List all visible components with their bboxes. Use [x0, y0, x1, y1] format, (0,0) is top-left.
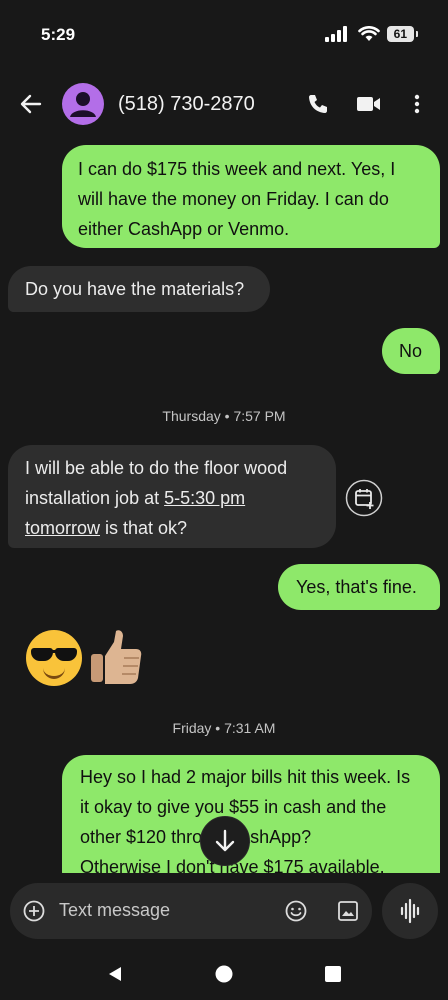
incoming-message[interactable]: I will be able to do the floor wood inst… — [8, 445, 336, 548]
more-vert-icon[interactable] — [410, 92, 424, 116]
voice-message-button[interactable] — [382, 883, 438, 939]
timestamp: Friday • 7:31 AM — [172, 720, 276, 736]
message-input[interactable]: Text message — [59, 900, 170, 921]
signal-icon — [324, 26, 347, 42]
outgoing-message[interactable]: I can do $175 this week and next. Yes, I… — [62, 145, 440, 248]
message-line: it okay to give you $55 in cash and the — [80, 797, 387, 817]
phone-icon[interactable] — [306, 92, 330, 116]
navigation-bar — [0, 948, 448, 1000]
calendar-add-icon[interactable] — [345, 479, 383, 517]
time-link[interactable]: 5-5:30 pm — [164, 488, 245, 508]
back-nav-icon[interactable] — [106, 965, 124, 983]
message-text: Yes, that's fine. — [296, 577, 417, 597]
thumbs-up-emoji — [91, 630, 142, 684]
compose-bar: Text message — [10, 883, 372, 939]
scroll-to-bottom-button[interactable] — [200, 816, 250, 866]
avatar[interactable] — [62, 83, 104, 125]
message-text: is that ok? — [100, 518, 188, 538]
status-icons: 61 — [324, 26, 419, 42]
outgoing-message[interactable]: Hey so I had 2 major bills hit this week… — [62, 755, 440, 873]
arrow-left-icon[interactable] — [18, 92, 44, 116]
home-nav-icon[interactable] — [215, 965, 233, 983]
message-line: other $120 thro CashApp? — [80, 827, 312, 847]
emoji-icon[interactable] — [284, 899, 308, 923]
date-link[interactable]: tomorrow — [25, 518, 100, 538]
video-camera-icon[interactable] — [356, 92, 382, 116]
add-circle-icon[interactable] — [22, 899, 46, 923]
image-icon[interactable] — [336, 899, 360, 923]
recents-nav-icon[interactable] — [324, 965, 342, 983]
message-text: Do you have the materials? — [25, 279, 245, 299]
contact-name[interactable]: (518) 730-2870 — [118, 93, 255, 116]
outgoing-message[interactable]: No — [382, 328, 440, 374]
timestamp: Thursday • 7:57 PM — [162, 408, 286, 424]
message-line: installation job at 5-5:30 pm — [25, 483, 336, 513]
message-text: No — [399, 341, 423, 361]
wifi-icon — [357, 26, 380, 41]
status-bar: 5:29 61 — [0, 0, 448, 62]
message-line: will have the money on Friday. I can do — [78, 189, 389, 209]
message-line: either CashApp or Venmo. — [78, 219, 290, 239]
sunglasses-emoji — [26, 630, 82, 686]
arrow-down-icon — [215, 829, 235, 852]
voice-waveform-icon — [400, 898, 420, 924]
incoming-message[interactable]: Do you have the materials? — [8, 266, 270, 312]
message-line: Hey so I had 2 major bills hit this week… — [80, 767, 411, 787]
message-line: tomorrow is that ok? — [25, 513, 336, 543]
message-text: installation job at — [25, 488, 165, 508]
message-line: I will be able to do the floor wood — [25, 458, 288, 478]
outgoing-message[interactable]: Yes, that's fine. — [278, 564, 440, 610]
battery-indicator: 61 — [386, 26, 419, 42]
status-time: 5:29 — [41, 25, 76, 44]
message-line: I can do $175 this week and next. Yes, I — [78, 159, 396, 179]
conversation-header: (518) 730-2870 — [0, 62, 448, 142]
message-line: Otherwise I don't have $175 available. — [80, 857, 385, 873]
person-icon — [70, 92, 96, 117]
